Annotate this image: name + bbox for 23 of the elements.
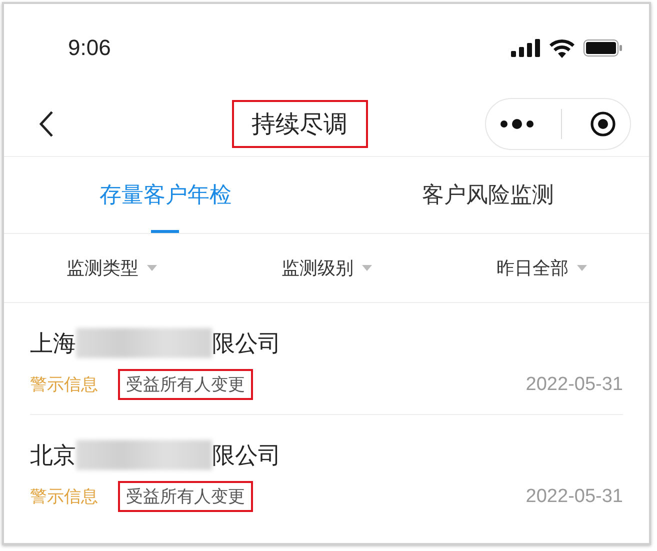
status-time: 9:06 <box>68 35 111 61</box>
alert-date: 2022-05-31 <box>526 486 623 508</box>
company-name-end: 限公司 <box>212 330 281 358</box>
company-name-start: 上海 <box>30 330 76 358</box>
battery-icon <box>583 39 623 57</box>
signal-icon <box>511 39 541 57</box>
wifi-icon <box>549 38 575 58</box>
page-title: 持续尽调 <box>232 100 368 148</box>
filter-dropdown[interactable]: 昨日全部 <box>496 256 568 280</box>
change-tag: 受益所有人变更 <box>118 369 253 400</box>
more-icon[interactable] <box>500 119 534 129</box>
filter-dropdown[interactable]: 监测类型 <box>66 256 138 280</box>
back-icon[interactable] <box>38 110 54 138</box>
company-name-start: 北京 <box>30 442 76 470</box>
alert-date: 2022-05-31 <box>526 374 623 396</box>
record-icon[interactable] <box>590 111 616 137</box>
alert-level: 警示信息 <box>30 486 98 508</box>
filter-dropdown[interactable]: 监测级别 <box>282 256 354 280</box>
tab[interactable]: 客户风险监测 <box>326 157 649 233</box>
change-tag: 受益所有人变更 <box>118 481 253 512</box>
alert-level: 警示信息 <box>30 374 98 396</box>
company-name-end: 限公司 <box>212 442 281 470</box>
tab[interactable]: 存量客户年检 <box>4 157 326 233</box>
